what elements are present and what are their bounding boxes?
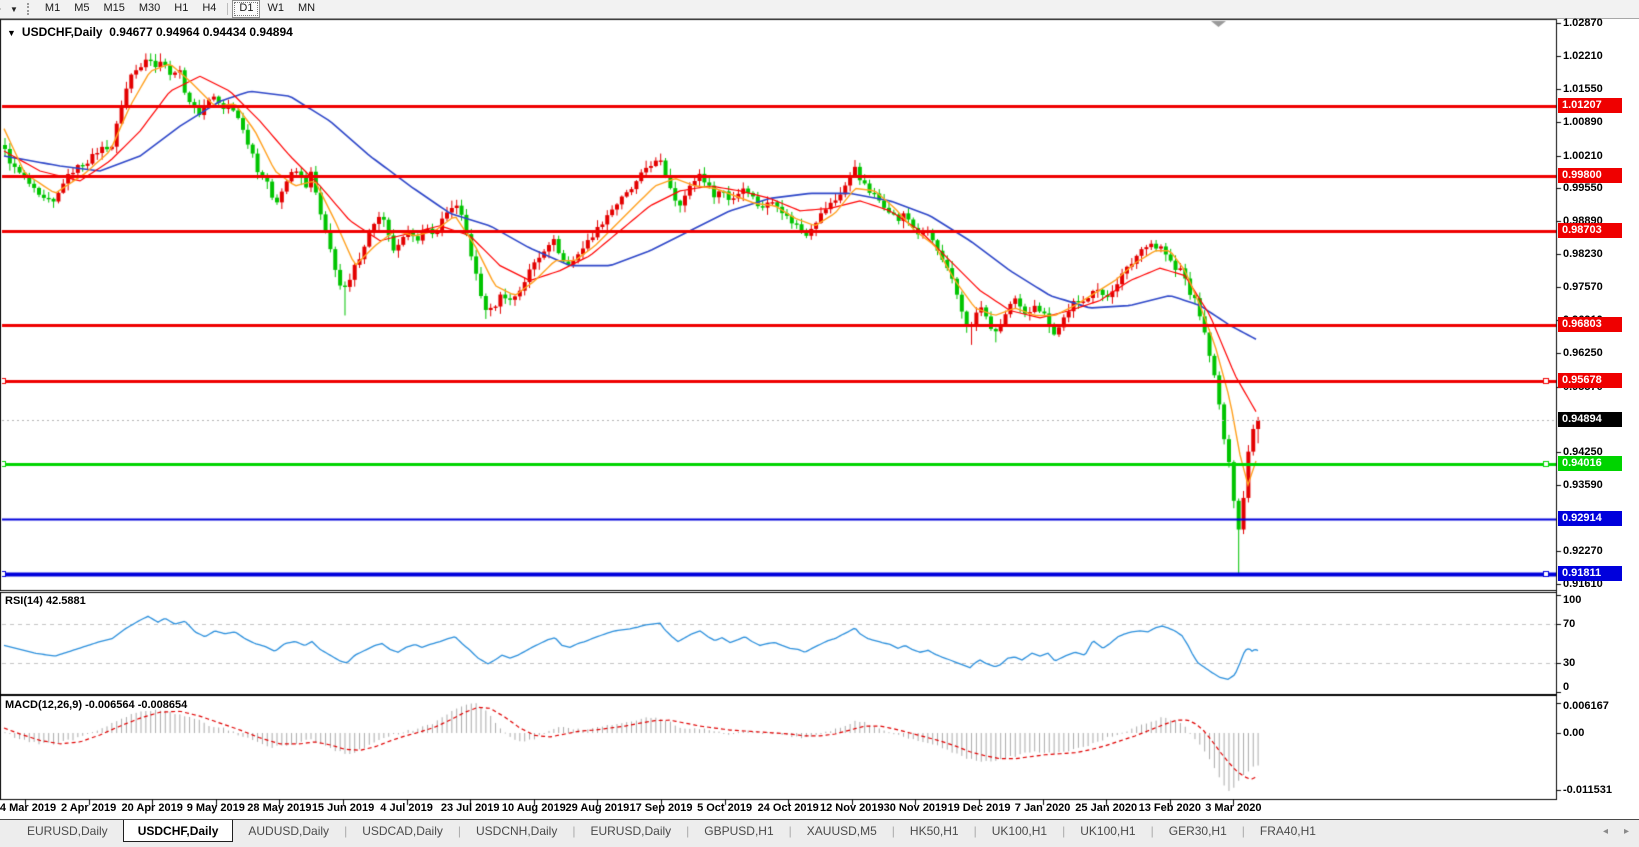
current-price-badge: 0.94894 [1558,412,1622,427]
chart-dropdown-icon[interactable]: ▼ [7,28,16,38]
price-level-badge: 0.94016 [1558,456,1622,471]
tab-xauusd-m5[interactable]: XAUUSD,M5 [792,820,892,842]
tab-audusd-daily[interactable]: AUDUSD,Daily [233,820,344,842]
rsi-indicator-label: RSI(14) 42.5881 [5,595,86,607]
tab-eurusd-daily[interactable]: EURUSD,Daily [575,820,686,842]
rsi-axis-label: 70 [1563,617,1575,631]
price-axis-label: 0.97570 [1563,280,1603,294]
tab-eurusd-daily[interactable]: EURUSD,Daily [12,820,123,842]
macd-axis-label: -0.011531 [1563,783,1612,797]
tab-usdcnh-daily[interactable]: USDCNH,Daily [461,820,572,842]
price-axis-label: 1.02210 [1563,49,1603,63]
price-level-badge: 0.99800 [1558,168,1622,183]
price-axis-label: 0.96250 [1563,346,1603,360]
macd-axis-label: 0.006167 [1563,699,1609,713]
tab-usdcad-daily[interactable]: USDCAD,Daily [347,820,458,842]
price-level-badge: 1.01207 [1558,98,1622,113]
price-level-badge: 0.95678 [1558,373,1622,388]
price-axis-label: 1.00210 [1563,149,1603,163]
tab-uk100-h1[interactable]: UK100,H1 [1065,820,1150,842]
price-axis-label: 0.93590 [1563,478,1603,492]
tab-hk50-h1[interactable]: HK50,H1 [895,820,974,842]
mt4-application: ▼ M1M5M15M30H1H4D1W1MN ▼USDCHF,Daily 0.9… [0,0,1639,847]
rsi-value: 42.5881 [46,595,86,607]
rsi-axis-label: 100 [1563,593,1581,607]
price-axis-label: 0.99550 [1563,181,1603,195]
price-axis-label: 0.92270 [1563,544,1603,558]
tab-scroll-arrows: ◂ ▸ [1603,827,1629,837]
chart-title: ▼ USDCHF,Daily 0.94677 0.94964 0.94434 0.… [7,25,293,39]
macd-values: -0.006564 -0.008654 [85,699,187,711]
price-axis-label: 0.98230 [1563,247,1603,261]
tab-scroll-right-icon[interactable]: ▸ [1624,827,1629,837]
rsi-axis-label: 0 [1563,680,1569,694]
tab-gbpusd-h1[interactable]: GBPUSD,H1 [689,820,788,842]
date-axis-label: 3 Mar 2020 [1187,802,1279,814]
chart-symbol: USDCHF,Daily [22,25,103,39]
price-axis-label: 1.02870 [1563,16,1603,30]
tab-scroll-left-icon[interactable]: ◂ [1603,827,1608,837]
macd-axis-label: 0.00 [1563,726,1584,740]
chart-canvas[interactable] [0,0,1639,847]
price-axis-label: 1.00890 [1563,115,1603,129]
price-level-badge: 0.91811 [1558,566,1622,581]
rsi-axis-label: 30 [1563,656,1575,670]
chart-ohlc-values: 0.94677 0.94964 0.94434 0.94894 [109,25,293,39]
price-level-badge: 0.96803 [1558,317,1622,332]
tab-uk100-h1[interactable]: UK100,H1 [977,820,1062,842]
chart-tab-bar: EURUSD,DailyUSDCHF,DailyAUDUSD,Daily|USD… [0,819,1639,847]
rsi-name: RSI(14) [5,595,43,607]
tab-ger30-h1[interactable]: GER30,H1 [1154,820,1242,842]
price-level-badge: 0.92914 [1558,511,1622,526]
price-axis-label: 1.01550 [1563,82,1603,96]
tab-usdchf-daily[interactable]: USDCHF,Daily [123,820,234,842]
price-level-badge: 0.98703 [1558,223,1622,238]
macd-name: MACD(12,26,9) [5,699,82,711]
macd-indicator-label: MACD(12,26,9) -0.006564 -0.008654 [5,699,187,711]
tab-fra40-h1[interactable]: FRA40,H1 [1245,820,1331,842]
